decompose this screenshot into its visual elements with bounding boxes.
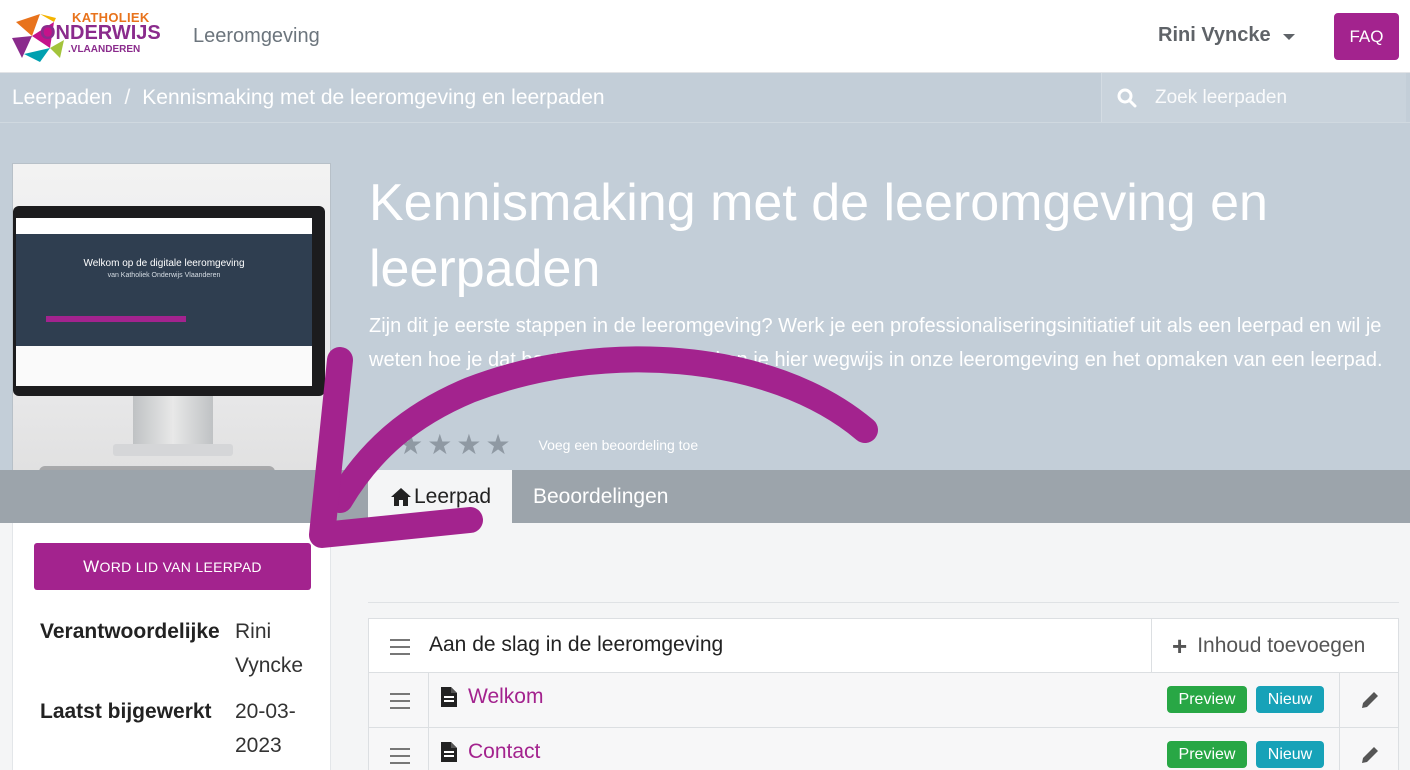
search-box	[1101, 73, 1406, 122]
home-icon	[391, 487, 411, 506]
new-badge: Nieuw	[1256, 686, 1324, 713]
meta-label: Laatst bijgewerkt	[40, 700, 212, 723]
join-button-initial: W	[83, 556, 100, 576]
add-content-button[interactable]: + Inhoud toevoegen	[1151, 619, 1399, 672]
star-icon[interactable]: ★	[485, 431, 510, 459]
breadcrumb: Leerpaden / Kennismaking met de leeromge…	[12, 86, 605, 110]
meta-value: 20-03-2023	[235, 700, 296, 757]
section-title: Aan de slag in de leeromgeving	[429, 633, 724, 656]
add-content-label: Inhoud toevoegen	[1197, 633, 1366, 657]
cover-screen-header	[16, 218, 312, 234]
breadcrumb-bar: Leerpaden / Kennismaking met de leeromge…	[0, 73, 1410, 123]
logo-text-line3: .VLAANDEREN	[68, 44, 141, 55]
tab-beoordelingen[interactable]: Beoordelingen	[512, 470, 702, 523]
plus-icon: +	[1172, 630, 1188, 661]
breadcrumb-separator: /	[124, 86, 131, 109]
pencil-icon	[1361, 692, 1378, 708]
star-icon[interactable]: ★	[427, 431, 452, 459]
star-icon[interactable]: ★	[398, 431, 423, 459]
list-item: Welkom Preview Nieuw	[368, 673, 1399, 728]
tab-bar: Leerpad Beoordelingen	[0, 470, 1410, 523]
tab-leerpad[interactable]: Leerpad	[368, 470, 512, 523]
cover-screen: Welkom op de digitale leeromgeving van K…	[16, 218, 312, 386]
join-leerpad-button[interactable]: W ORD LID VAN LEERPAD	[34, 543, 311, 590]
breadcrumb-root-link[interactable]: Leerpaden	[12, 86, 112, 110]
rating-widget[interactable]: ★ ★ ★ ★ ★ Voeg een beoordeling toe	[369, 431, 698, 459]
cover-screen-subtitle: van Katholiek Onderwijs Vlaanderen	[107, 272, 221, 279]
pencil-icon	[1361, 747, 1378, 763]
leerpad-cover-image: Welkom op de digitale leeromgeving van K…	[12, 163, 331, 523]
page-title: Kennismaking met de leeromgeving en leer…	[369, 174, 1268, 298]
cover-monitor-base	[113, 444, 233, 456]
item-handle-cell	[369, 673, 429, 727]
item-link[interactable]: Welkom	[440, 685, 543, 709]
item-link[interactable]: Contact	[440, 740, 540, 764]
item-title: Welkom	[468, 685, 544, 708]
drag-handle-icon[interactable]	[390, 748, 410, 764]
meta-value: Rini Vyncke	[235, 620, 304, 677]
page-description: Zijn dit je eerste stappen in de leeromg…	[369, 315, 1383, 371]
document-icon	[441, 687, 457, 707]
user-name: Rini Vyncke	[1158, 24, 1271, 46]
item-title: Contact	[468, 740, 541, 763]
join-button-label: ORD LID VAN LEERPAD	[99, 558, 262, 575]
item-handle-cell	[369, 728, 429, 770]
breadcrumb-current: Kennismaking met de leeromgeving en leer…	[142, 86, 605, 109]
preview-badge[interactable]: Preview	[1167, 741, 1247, 768]
tab-beoordelingen-label: Beoordelingen	[533, 484, 669, 508]
new-badge: Nieuw	[1256, 741, 1324, 768]
nav-app-title[interactable]: Leeromgeving	[193, 25, 320, 48]
cover-monitor: Welkom op de digitale leeromgeving van K…	[13, 206, 325, 396]
user-menu-dropdown[interactable]: Rini Vyncke	[1158, 24, 1295, 47]
top-navbar: KATHOLIEK ONDERWIJS .VLAANDEREN Leeromge…	[0, 0, 1410, 73]
section-header: Aan de slag in de leeromgeving + Inhoud …	[368, 618, 1399, 673]
list-item: Contact Preview Nieuw	[368, 728, 1399, 770]
cover-screen-title: Welkom op de digitale leeromgeving	[83, 258, 245, 269]
drag-handle-icon[interactable]	[390, 639, 410, 655]
content-divider	[368, 602, 1399, 603]
search-icon	[1117, 88, 1137, 107]
meta-label: Verantwoordelijke	[40, 620, 220, 643]
document-icon	[441, 742, 457, 762]
edit-button[interactable]	[1339, 673, 1399, 727]
brand-logo[interactable]: KATHOLIEK ONDERWIJS .VLAANDEREN	[10, 8, 161, 66]
faq-button[interactable]: FAQ	[1334, 13, 1399, 60]
cover-monitor-stand	[133, 396, 213, 446]
add-rating-link[interactable]: Voeg een beoordeling toe	[539, 437, 699, 453]
preview-badge[interactable]: Preview	[1167, 686, 1247, 713]
star-icon[interactable]: ★	[456, 431, 481, 459]
chevron-down-icon	[1282, 33, 1295, 40]
cover-screen-bottom	[16, 346, 312, 386]
hero-section: Leerpaden / Kennismaking met de leeromge…	[0, 73, 1410, 523]
leerpad-sidebar: W ORD LID VAN LEERPAD Verantwoordelijke R…	[12, 523, 331, 770]
star-icon[interactable]: ★	[369, 431, 394, 459]
edit-button[interactable]	[1339, 728, 1399, 770]
cover-screen-bar	[46, 316, 186, 322]
search-input[interactable]	[1155, 86, 1375, 109]
tab-leerpad-label: Leerpad	[414, 484, 492, 508]
logo-text-line2: ONDERWIJS	[40, 22, 161, 44]
drag-handle-icon[interactable]	[390, 693, 410, 709]
